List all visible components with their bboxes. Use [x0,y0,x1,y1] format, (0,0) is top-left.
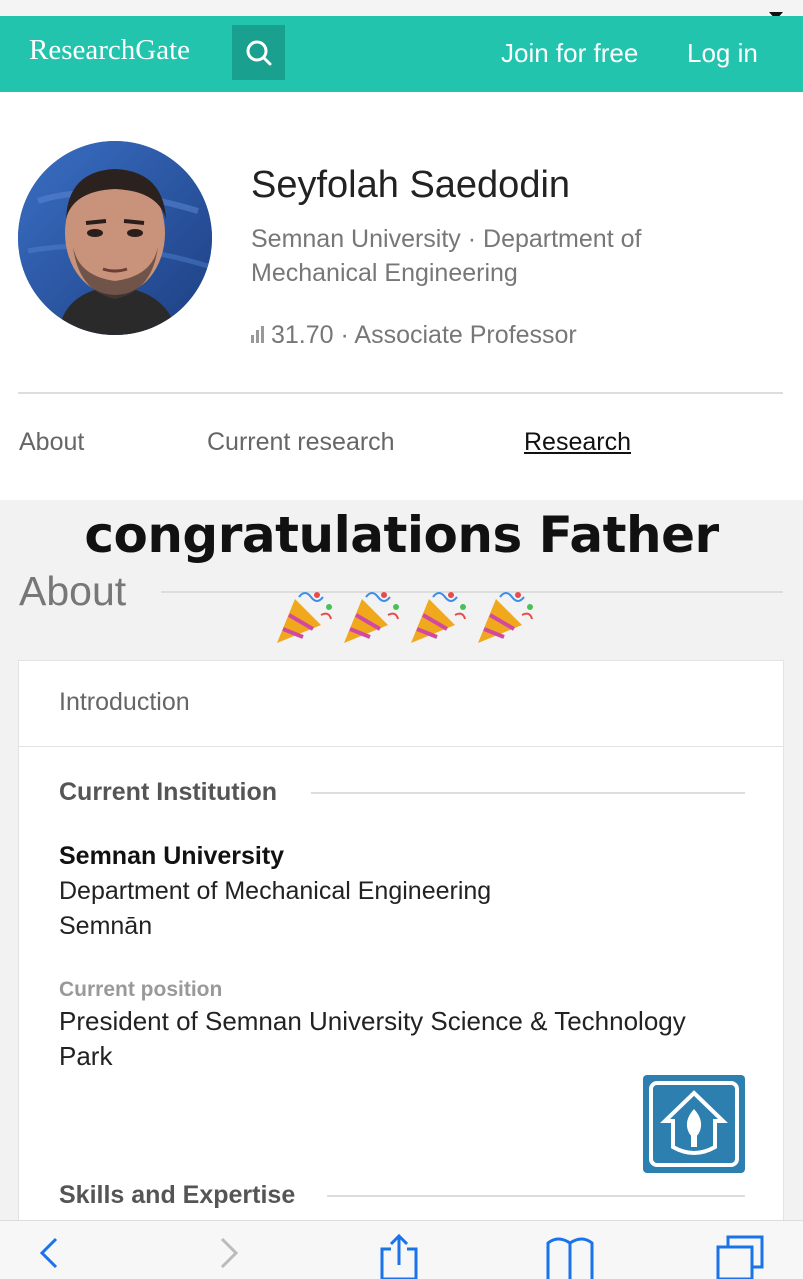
about-card: Introduction Current Institution Semnan … [18,660,784,1279]
rg-score-row: 31.70 · Associate Professor [251,321,577,350]
back-icon[interactable] [36,1233,62,1273]
profile-divider [18,392,783,394]
tab-research[interactable]: Research [524,428,631,457]
current-institution-heading: Current Institution [59,778,278,806]
tab-about[interactable]: About [19,428,84,457]
skills-and-expertise-heading: Skills and Expertise [59,1181,296,1209]
profile-affiliation[interactable]: Semnan University · Department of Mechan… [251,222,731,290]
log-in-link[interactable]: Log in [687,38,758,69]
top-navigation-bar: ResearchGate Join for free Log in [0,16,803,92]
party-popper-icon [344,592,399,643]
profile-header: Seyfolah Saedodin Semnan University · De… [0,92,803,500]
avatar[interactable] [18,141,212,335]
rg-score: 31.70 [271,321,334,349]
share-icon[interactable] [378,1233,420,1279]
profile-name: Seyfolah Saedodin [251,164,571,206]
section-divider [311,792,745,794]
congratulations-caption: congratulations Father [84,506,719,564]
institution-city: Semnān [59,912,153,940]
tabs-icon[interactable] [714,1233,766,1279]
search-icon [246,40,272,66]
current-position-label: Current position [59,978,223,1001]
party-popper-icon [277,592,332,643]
institution-name[interactable]: Semnan University [59,842,284,871]
search-button[interactable] [232,25,285,80]
party-popper-icon [478,592,533,643]
score-separator: · [340,321,349,349]
forward-icon[interactable] [216,1233,242,1273]
tab-current-research[interactable]: Current research [207,428,395,457]
academic-title: Associate Professor [354,321,577,349]
bookmarks-icon[interactable] [544,1233,596,1279]
party-popper-emojis [273,585,543,647]
score-bars-icon [251,326,267,343]
card-divider [19,746,783,747]
section-divider [327,1195,745,1197]
card-title: Introduction [59,688,190,716]
semnan-university-logo [643,1075,745,1173]
brand-logo[interactable]: ResearchGate [29,34,190,67]
status-strip [0,0,803,20]
about-heading: About [19,568,127,614]
party-popper-icon [411,592,466,643]
profile-photo [18,141,212,335]
institution-department[interactable]: Department of Mechanical Engineering [59,877,491,906]
current-position-value: President of Semnan University Science &… [59,1006,686,1071]
join-for-free-link[interactable]: Join for free [501,38,638,69]
browser-toolbar [0,1220,803,1279]
